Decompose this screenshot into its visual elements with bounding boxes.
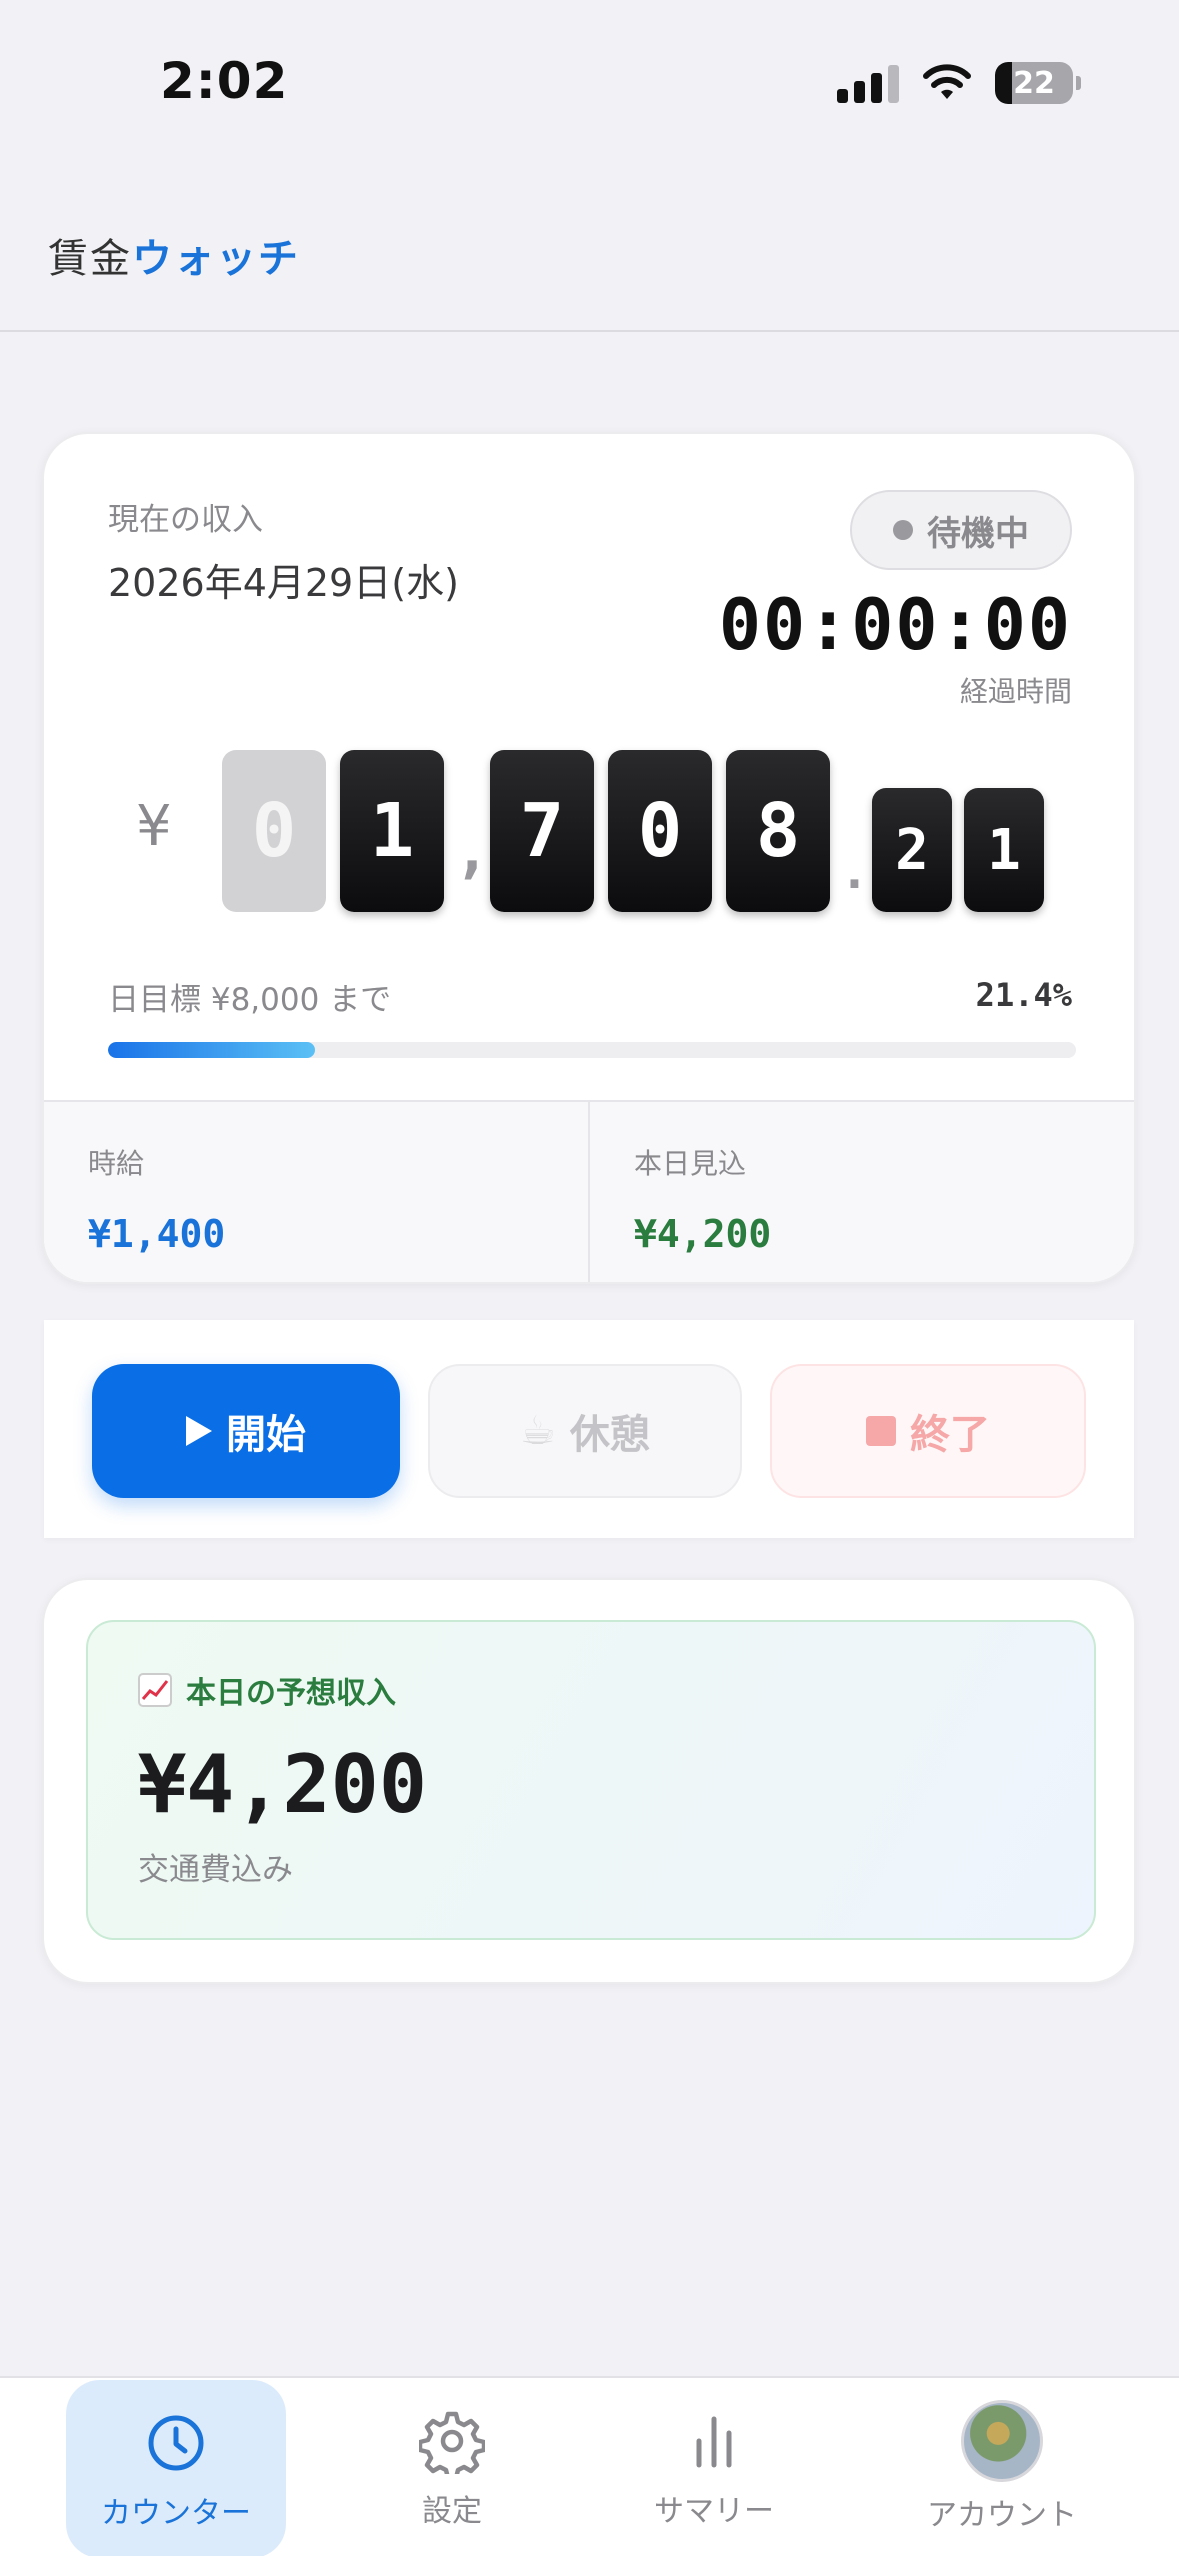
tab-settings-label: 設定 <box>422 2494 482 2529</box>
stop-button[interactable]: 終了 <box>770 1364 1086 1498</box>
hourly-wage-label: 時給 <box>88 1147 145 1180</box>
counter-digit: 7 <box>490 750 594 912</box>
today-forecast-value: ¥4,200 <box>634 1212 772 1256</box>
forecast-value: ¥4,200 <box>138 1738 427 1831</box>
coffee-icon: ☕ <box>520 1408 556 1454</box>
forecast-title: 本日の予想収入 <box>138 1668 396 1712</box>
tab-counter[interactable]: カウンター <box>66 2380 286 2556</box>
bar-chart-icon <box>681 2408 747 2474</box>
counter-digit: 0 <box>608 750 712 912</box>
counter-decimal-digit: 1 <box>964 788 1044 912</box>
avatar <box>961 2400 1043 2482</box>
counter-digit: 0 <box>222 750 326 912</box>
cellular-signal-icon <box>837 63 899 103</box>
goal-label: 日目標 ¥8,000 まで <box>108 982 392 1018</box>
tab-account[interactable]: アカウント <box>892 2378 1112 2556</box>
stop-icon <box>866 1416 896 1446</box>
tab-bar: カウンター 設定 サマリー アカウント <box>0 2376 1179 2556</box>
status-bar: 2:02 22 <box>0 0 1179 150</box>
decimal-separator: . <box>840 844 869 900</box>
forecast-note: 交通費込み <box>138 1852 293 1888</box>
earnings-card: 現在の収入 2026年4月29日(水) 待機中 00:00:00 経過時間 ¥ … <box>42 432 1136 1284</box>
play-icon <box>186 1416 212 1446</box>
app-title: 賃金ウォッチ <box>48 226 300 284</box>
tab-summary[interactable]: サマリー <box>604 2378 824 2556</box>
break-button-label: 休憩 <box>569 1412 650 1458</box>
hourly-wage-stat: 時給 ¥1,400 <box>44 1102 588 1282</box>
app-title-part2: ウォッチ <box>132 236 300 282</box>
goal-progress-fill <box>108 1042 316 1058</box>
elapsed-timer: 00:00:00 <box>718 584 1072 666</box>
thousands-separator: , <box>454 816 491 886</box>
counter-digit: 8 <box>726 750 830 912</box>
stats-row: 時給 ¥1,400 本日見込 ¥4,200 <box>44 1100 1134 1282</box>
battery-percent: 22 <box>1013 65 1055 101</box>
counter-decimal-digit: 2 <box>872 788 952 912</box>
status-icons: 22 <box>837 62 1081 104</box>
gear-icon <box>419 2408 485 2474</box>
forecast-card: 本日の予想収入 ¥4,200 交通費込み <box>42 1578 1136 1984</box>
status-badge: 待機中 <box>850 490 1072 570</box>
current-income-label: 現在の収入 <box>108 502 263 538</box>
counter-digit: 1 <box>340 750 444 912</box>
tab-counter-label: カウンター <box>101 2496 251 2531</box>
app-header: 賃金ウォッチ <box>0 150 1179 332</box>
stop-button-label: 終了 <box>910 1412 990 1458</box>
elapsed-label: 経過時間 <box>959 675 1072 708</box>
break-button[interactable]: ☕ 休憩 <box>428 1364 742 1498</box>
forecast-panel: 本日の予想収入 ¥4,200 交通費込み <box>86 1620 1096 1940</box>
current-date: 2026年4月29日(水) <box>108 561 459 605</box>
battery-icon: 22 <box>995 62 1081 104</box>
today-forecast-stat: 本日見込 ¥4,200 <box>588 1102 1134 1282</box>
start-button[interactable]: 開始 <box>92 1364 400 1498</box>
status-text: 待機中 <box>927 513 1029 554</box>
app-title-part1: 賃金 <box>48 236 132 282</box>
goal-percent: 21.4% <box>975 976 1072 1014</box>
currency-symbol: ¥ <box>136 794 172 859</box>
tab-settings[interactable]: 設定 <box>342 2378 562 2556</box>
hourly-wage-value: ¥1,400 <box>88 1212 226 1256</box>
clock-icon <box>143 2410 209 2476</box>
start-button-label: 開始 <box>226 1412 306 1458</box>
tab-summary-label: サマリー <box>654 2494 774 2529</box>
status-dot-icon <box>893 520 913 540</box>
forecast-title-text: 本日の予想収入 <box>186 1676 396 1711</box>
today-forecast-label: 本日見込 <box>634 1147 747 1180</box>
chart-increasing-icon <box>138 1673 172 1707</box>
wifi-icon <box>923 64 971 99</box>
goal-progress-bar <box>108 1042 1076 1058</box>
tab-account-label: アカウント <box>927 2498 1077 2533</box>
control-panel: 開始 ☕ 休憩 終了 <box>44 1320 1134 1538</box>
status-time: 2:02 <box>160 52 289 110</box>
